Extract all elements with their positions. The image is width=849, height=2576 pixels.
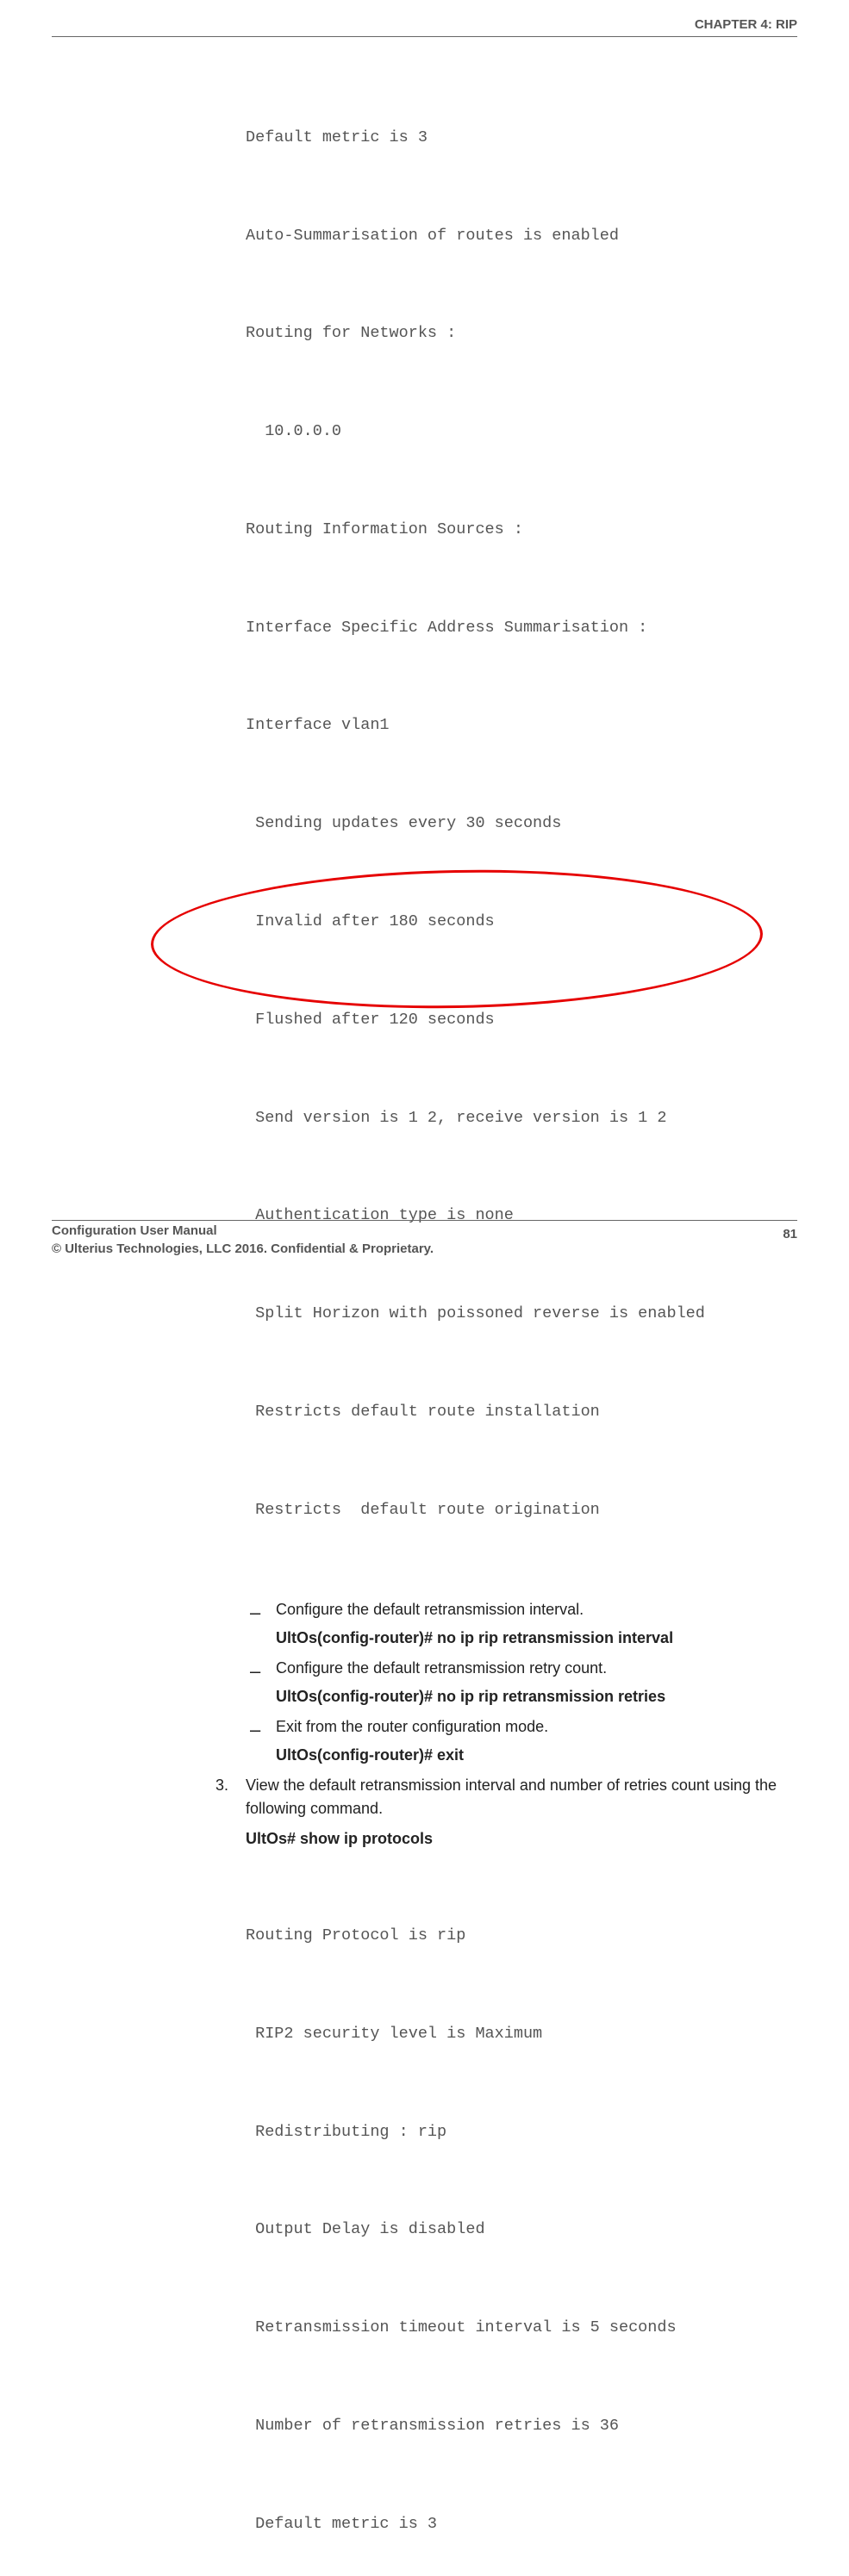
substep-command: UltOs(config-router)# exit <box>276 1744 797 1767</box>
code-line: Routing Information Sources : <box>246 513 797 546</box>
substep-text: Configure the default retransmission ret… <box>276 1657 797 1680</box>
code-line: Invalid after 180 seconds <box>246 905 797 938</box>
code-line: Auto-Summarisation of routes is enabled <box>246 220 797 252</box>
code-line: RIP2 security level is Maximum <box>246 2018 797 2050</box>
footer-page-number: 81 <box>783 1227 797 1241</box>
code-line: Restricts default route origination <box>246 1494 797 1527</box>
code-line: 10.0.0.0 <box>246 415 797 448</box>
substep-exit: – Exit from the router configuration mod… <box>246 1715 797 1767</box>
code-line: Number of retransmission retries is 36 <box>246 2410 797 2442</box>
step-command: UltOs# show ip protocols <box>246 1827 797 1851</box>
code-line: Retransmission timeout interval is 5 sec… <box>246 2312 797 2344</box>
code-line: Default metric is 3 <box>246 2508 797 2541</box>
code-line: Split Horizon with poissoned reverse is … <box>246 1297 797 1330</box>
code-line: Default metric is 3 <box>246 121 797 154</box>
step-number: 3. <box>215 1774 228 1797</box>
footer-copyright: © Ulterius Technologies, LLC 2016. Confi… <box>52 1240 434 1258</box>
chapter-title: CHAPTER 4: RIP <box>695 17 797 32</box>
code-line: Send version is 1 2, receive version is … <box>246 1102 797 1135</box>
footer-manual-title: Configuration User Manual <box>52 1222 434 1240</box>
footer-rule <box>52 1220 797 1221</box>
step-3: 3. View the default retransmission inter… <box>215 1774 797 1851</box>
code-line: Interface vlan1 <box>246 709 797 742</box>
code-line: Redistributing : rip <box>246 2116 797 2149</box>
code-output-block-1: Default metric is 3 Auto-Summarisation o… <box>246 56 797 1591</box>
substep-retries: – Configure the default retransmission r… <box>246 1657 797 1708</box>
substep-command: UltOs(config-router)# no ip rip retransm… <box>276 1685 797 1708</box>
footer-left: Configuration User Manual © Ulterius Tec… <box>52 1222 434 1258</box>
code-line: Flushed after 120 seconds <box>246 1004 797 1036</box>
code-line: Interface Specific Address Summarisation… <box>246 612 797 644</box>
substep-interval: – Configure the default retransmission i… <box>246 1598 797 1650</box>
code-line: Routing for Networks : <box>246 317 797 350</box>
header-rule <box>52 36 797 37</box>
step-text: View the default retransmission interval… <box>246 1774 797 1820</box>
code-line: Output Delay is disabled <box>246 2213 797 2246</box>
substep-text: Configure the default retransmission int… <box>276 1598 797 1621</box>
dash-icon: – <box>250 1598 260 1627</box>
code-line: Routing Protocol is rip <box>246 1920 797 1952</box>
code-line: Restricts default route installation <box>246 1396 797 1428</box>
code-line: Sending updates every 30 seconds <box>246 807 797 840</box>
dash-icon: – <box>250 1715 260 1744</box>
page-content: Default metric is 3 Auto-Summarisation o… <box>246 56 797 2576</box>
code-output-block-2: Routing Protocol is rip RIP2 security le… <box>246 1854 797 2576</box>
substep-text: Exit from the router configuration mode. <box>276 1715 797 1739</box>
substep-command: UltOs(config-router)# no ip rip retransm… <box>276 1627 797 1650</box>
dash-icon: – <box>250 1657 260 1685</box>
